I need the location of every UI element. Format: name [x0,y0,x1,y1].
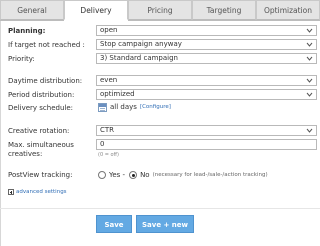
if-target-select[interactable]: Stop campaign anyway [96,39,317,50]
daytime-label: Daytime distribution: [8,77,83,85]
tab-optimization[interactable]: Optimization [256,0,320,20]
max-creatives-label-line1: Max. simultaneous [8,141,74,149]
schedule-value: all days [110,103,137,111]
tab-bar: General Delivery Pricing Targeting Optim… [0,0,320,21]
postview-yes-radio[interactable] [98,171,106,179]
tab-delivery[interactable]: Delivery [64,0,128,20]
if-target-value: Stop campaign anyway [100,40,182,48]
rotation-label: Creative rotation: [8,127,70,135]
schedule-display: all days [Configure] [98,102,171,112]
chevron-down-icon [306,42,313,47]
postview-yes-label: Yes - [109,171,126,179]
daytime-select[interactable]: even [96,75,317,86]
planning-select[interactable]: open [96,25,317,36]
if-target-label: If target not reached : [8,41,85,49]
max-creatives-label-line2: creatives: [8,150,43,158]
postview-label: PostView tracking: [8,171,73,179]
period-value: optimized [100,90,135,98]
footer-divider [0,208,320,209]
advanced-settings-toggle[interactable]: advanced settings [8,189,67,195]
chevron-down-icon [306,128,313,133]
rotation-select[interactable]: CTR [96,125,317,136]
planning-label: Planning: [8,27,46,35]
tab-bar-divider-right [128,20,320,21]
advanced-settings-link[interactable]: advanced settings [16,189,67,195]
period-select[interactable]: optimized [96,89,317,100]
postview-no-label: No [140,171,150,179]
expand-plus-icon [8,189,14,195]
planning-value: open [100,26,118,34]
max-creatives-input[interactable]: 0 [96,139,317,150]
period-label: Period distribution: [8,91,75,99]
postview-note: (necessary for lead-/sale-/action tracki… [152,172,268,178]
tab-pricing[interactable]: Pricing [128,0,192,20]
tab-general[interactable]: General [0,0,64,20]
priority-value: 3) Standard campaign [100,54,178,62]
chevron-down-icon [306,92,313,97]
priority-select[interactable]: 3) Standard campaign [96,53,317,64]
max-creatives-hint: (0 = off) [98,152,119,158]
rotation-value: CTR [100,126,115,134]
tab-targeting[interactable]: Targeting [192,0,256,20]
postview-no-radio[interactable] [129,171,138,179]
save-button[interactable]: Save [96,215,132,233]
chevron-down-icon [306,56,313,61]
content-left-border [0,0,1,246]
chevron-down-icon [306,28,313,33]
postview-radio-group: Yes - No (necessary for lead-/sale-/acti… [98,170,268,180]
configure-link[interactable]: [Configure] [140,104,171,110]
save-new-button[interactable]: Save + new [136,215,194,233]
calendar-icon [98,102,107,112]
schedule-label: Delivery schedule: [8,104,74,112]
priority-label: Priority: [8,55,35,63]
daytime-value: even [100,76,118,84]
chevron-down-icon [306,78,313,83]
tab-bar-divider [0,20,64,21]
